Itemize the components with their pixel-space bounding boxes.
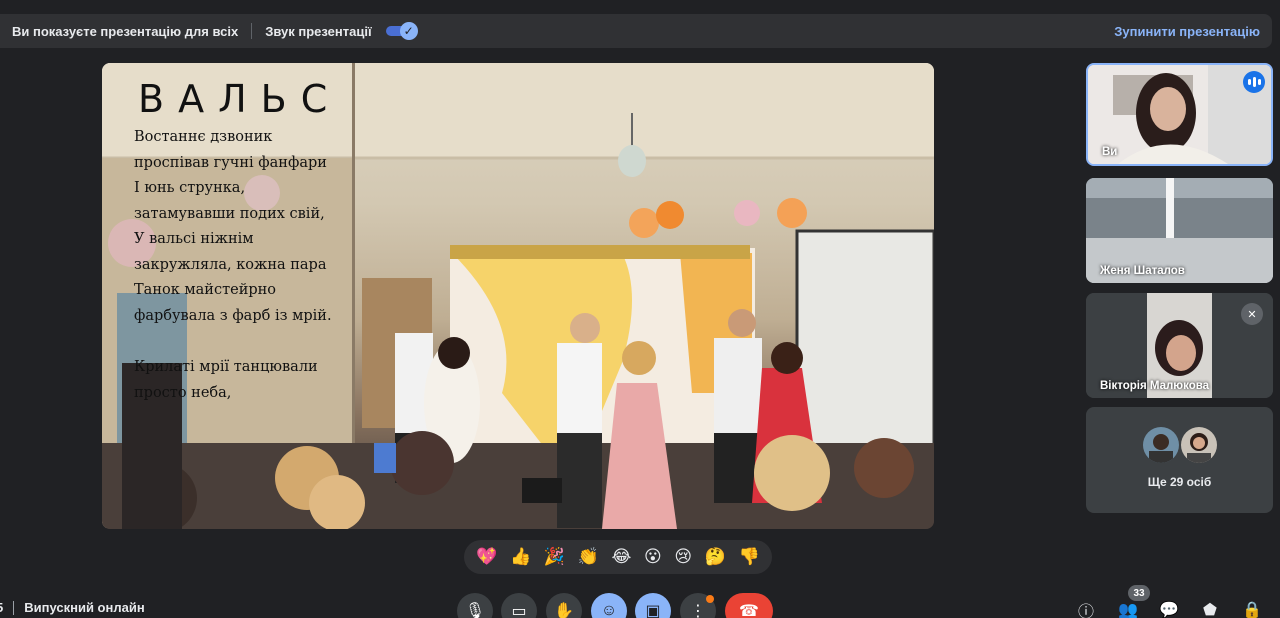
raise-hand-button[interactable]: ✋ bbox=[546, 593, 582, 618]
host-controls-button[interactable]: 🔒 bbox=[1240, 598, 1264, 618]
poem-line: Крилаті мрії танцювали bbox=[134, 359, 318, 375]
people-icon: 👥 bbox=[1118, 602, 1138, 618]
slide-title: ВАЛЬС bbox=[138, 77, 342, 121]
clapping-hands-icon[interactable]: 👏 bbox=[578, 547, 599, 567]
more-options-button[interactable]: ⋮ bbox=[680, 593, 716, 618]
stop-presentation-button[interactable]: Зупинити презентацію bbox=[1114, 24, 1260, 39]
poem-line: фарбувала з фарб із мрій. bbox=[134, 307, 332, 324]
meeting-details-button[interactable]: ⓘ bbox=[1074, 598, 1098, 618]
participant-name: Женя Шаталов bbox=[1100, 265, 1185, 277]
thinking-face-icon[interactable]: 🤔 bbox=[705, 547, 726, 567]
hand-icon: ✋ bbox=[554, 603, 574, 618]
camera-button[interactable]: ▭ bbox=[501, 593, 537, 618]
avatar bbox=[1142, 427, 1179, 463]
poem-stanza-gap bbox=[134, 329, 364, 355]
others-count-label: Ще 29 осіб bbox=[1147, 475, 1212, 489]
presentation-audio-toggle[interactable]: ✓ bbox=[385, 22, 418, 40]
poem-line: У вальсі ніжнім bbox=[134, 231, 254, 247]
thumbs-down-icon[interactable]: 👎 bbox=[739, 547, 760, 567]
meeting-name: Випускний онлайн bbox=[24, 600, 145, 615]
slide-poem: Востаннє дзвоник проспівав гучні фанфари… bbox=[134, 125, 364, 406]
poem-line: Танок майстейрно bbox=[134, 282, 277, 298]
presentation-audio-label: Звук презентації bbox=[265, 23, 372, 39]
tears-of-joy-icon[interactable]: 😂 bbox=[612, 547, 632, 567]
participant-name: Вікторія Малюкова bbox=[1100, 380, 1210, 392]
present-button[interactable]: ▣ bbox=[635, 593, 671, 618]
presentation-bar: Ви показуєте презентацію для всіх Звук п… bbox=[0, 14, 1272, 48]
check-icon: ✓ bbox=[399, 22, 418, 40]
poem-line: Востаннє дзвоник bbox=[134, 129, 273, 145]
poem-line: затамувавши подих свій, bbox=[134, 205, 325, 222]
activities-button[interactable]: ⬟ bbox=[1198, 598, 1222, 618]
microphone-button[interactable]: 🎙 bbox=[457, 593, 493, 618]
meeting-time: 5 bbox=[0, 600, 3, 615]
emoji-icon: ☺ bbox=[600, 602, 618, 618]
others-tile[interactable]: Ще 29 осіб bbox=[1086, 407, 1273, 513]
participant-tile-self[interactable]: Ви bbox=[1086, 63, 1273, 166]
chat-icon: 💬 bbox=[1159, 602, 1179, 618]
poem-line: закружляла, кожна пара bbox=[134, 256, 327, 273]
divider bbox=[251, 23, 253, 39]
presenting-status-text: Ви показуєте презентацію для всіх bbox=[12, 23, 239, 39]
more-vertical-icon: ⋮ bbox=[690, 603, 706, 618]
meeting-info: 5 Випускний онлайн bbox=[0, 600, 145, 615]
end-call-button[interactable]: ☎ bbox=[725, 593, 773, 618]
participant-tile[interactable]: Женя Шаталов bbox=[1086, 178, 1273, 283]
divider bbox=[13, 600, 15, 615]
party-popper-icon[interactable]: 🎉 bbox=[544, 547, 565, 567]
presentation-stage: ВАЛЬС Востаннє дзвоник проспівав гучні ф… bbox=[102, 63, 934, 529]
camera-icon: ▭ bbox=[511, 603, 527, 618]
microphone-icon: 🎙 bbox=[464, 603, 486, 618]
phone-hangup-icon: ☎ bbox=[739, 603, 759, 618]
others-avatars bbox=[1086, 427, 1273, 463]
present-screen-icon: ▣ bbox=[645, 603, 661, 618]
heart-icon[interactable]: 💖 bbox=[476, 547, 497, 567]
speaking-indicator-icon bbox=[1243, 71, 1265, 93]
notification-dot bbox=[706, 595, 714, 603]
chat-button[interactable]: 💬 bbox=[1157, 598, 1181, 618]
participant-name: Ви bbox=[1102, 146, 1118, 158]
avatar bbox=[1180, 427, 1217, 463]
poem-line: І юнь струнка, bbox=[134, 180, 246, 196]
mic-off-icon: ✕ bbox=[1241, 303, 1263, 325]
emoji-button[interactable]: ☺ bbox=[591, 593, 627, 618]
poem-line: проспівав гучні фанфари bbox=[134, 154, 327, 171]
sad-face-icon[interactable]: 😢 bbox=[674, 547, 692, 567]
lock-icon: 🔒 bbox=[1242, 602, 1262, 618]
people-button[interactable]: 👥 bbox=[1116, 598, 1140, 618]
participant-tile[interactable]: ✕ Вікторія Малюкова bbox=[1086, 293, 1273, 398]
poem-line: просто неба, bbox=[134, 384, 232, 401]
others-group: Ще 29 осіб bbox=[1086, 427, 1273, 489]
reactions-bar: 💖 👍 🎉 👏 😂 😮 😢 🤔 👎 bbox=[464, 540, 772, 574]
info-icon: ⓘ bbox=[1077, 604, 1094, 618]
surprised-face-icon[interactable]: 😮 bbox=[644, 547, 662, 567]
activities-icon: ⬟ bbox=[1203, 602, 1217, 618]
thumbs-up-icon[interactable]: 👍 bbox=[510, 547, 531, 567]
